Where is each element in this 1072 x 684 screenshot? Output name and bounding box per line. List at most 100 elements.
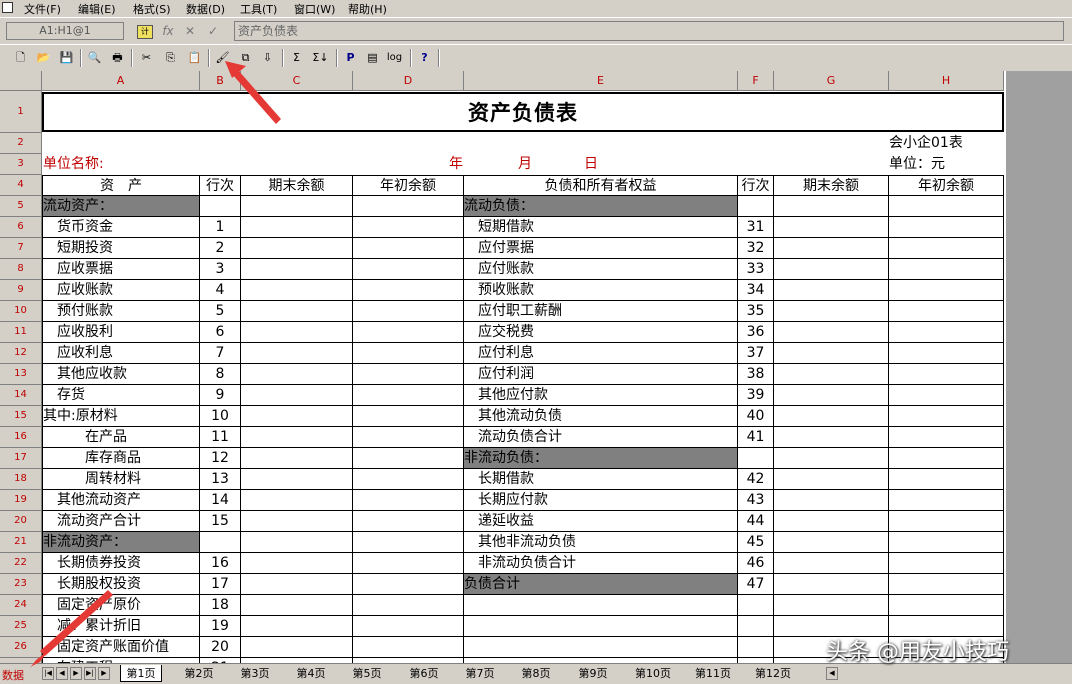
asset-line-no[interactable]: 4 bbox=[200, 280, 241, 301]
first-sheet-icon[interactable]: |◀ bbox=[42, 667, 54, 680]
asset-end-balance[interactable] bbox=[241, 616, 353, 637]
asset-begin-balance[interactable] bbox=[353, 238, 464, 259]
asset-begin-balance[interactable] bbox=[353, 427, 464, 448]
liability-begin-balance[interactable] bbox=[889, 217, 1004, 238]
cut-icon[interactable]: ✂ bbox=[138, 49, 155, 66]
cancel-icon[interactable]: ✕ bbox=[182, 23, 198, 39]
asset-end-balance[interactable] bbox=[241, 280, 353, 301]
column-header[interactable]: D bbox=[353, 71, 464, 91]
menu-edit[interactable]: 编辑(E) bbox=[78, 1, 116, 17]
liability-end-balance[interactable] bbox=[774, 280, 889, 301]
row-header[interactable]: 8 bbox=[0, 259, 42, 280]
row-header[interactable]: 12 bbox=[0, 343, 42, 364]
menu-data[interactable]: 数据(D) bbox=[186, 1, 225, 17]
asset-line-no[interactable]: 16 bbox=[200, 553, 241, 574]
row-header[interactable]: 18 bbox=[0, 469, 42, 490]
row-header[interactable]: 10 bbox=[0, 301, 42, 322]
sheet-tab[interactable]: 第6页 bbox=[398, 665, 450, 682]
asset-line-no[interactable]: 20 bbox=[200, 637, 241, 658]
liability-end-balance[interactable] bbox=[774, 511, 889, 532]
liability-line-no[interactable] bbox=[738, 448, 774, 469]
asset-item[interactable]: 流动资产： bbox=[42, 196, 200, 217]
liability-begin-balance[interactable] bbox=[889, 553, 1004, 574]
liability-item[interactable]: 应付利润 bbox=[464, 364, 738, 385]
asset-line-no[interactable]: 2 bbox=[200, 238, 241, 259]
asset-line-no[interactable]: 19 bbox=[200, 616, 241, 637]
liability-item[interactable]: 其他流动负债 bbox=[464, 406, 738, 427]
liability-item[interactable]: 应交税费 bbox=[464, 322, 738, 343]
asset-line-no[interactable]: 5 bbox=[200, 301, 241, 322]
liability-begin-balance[interactable] bbox=[889, 322, 1004, 343]
liability-end-balance[interactable] bbox=[774, 301, 889, 322]
asset-item[interactable]: 流动资产合计 bbox=[42, 511, 200, 532]
row-header[interactable]: 25 bbox=[0, 616, 42, 637]
row-header[interactable]: 1 bbox=[0, 91, 42, 133]
asset-begin-balance[interactable] bbox=[353, 322, 464, 343]
app-icon[interactable] bbox=[2, 2, 13, 13]
liability-begin-balance[interactable] bbox=[889, 427, 1004, 448]
spreadsheet-grid[interactable]: ABCDEFGH 1 2 3 4 5 6 7 8 9 10 11 12 13 14 15 16 17 18 19 20… bbox=[0, 71, 1006, 663]
liability-item[interactable]: 应付职工薪酬 bbox=[464, 301, 738, 322]
liability-item[interactable]: 其他应付款 bbox=[464, 385, 738, 406]
liability-begin-balance[interactable] bbox=[889, 280, 1004, 301]
liability-item[interactable]: 流动负债合计 bbox=[464, 427, 738, 448]
liability-line-no[interactable] bbox=[738, 196, 774, 217]
asset-end-balance[interactable] bbox=[241, 511, 353, 532]
open-icon[interactable]: 📂 bbox=[35, 49, 52, 66]
sheet-tab[interactable]: 第9页 bbox=[567, 665, 619, 682]
next-sheet-icon[interactable]: ▶ bbox=[70, 667, 82, 680]
liability-end-balance[interactable] bbox=[774, 217, 889, 238]
liability-end-balance[interactable] bbox=[774, 448, 889, 469]
column-header[interactable]: C bbox=[241, 71, 353, 91]
liability-item[interactable] bbox=[464, 595, 738, 616]
asset-begin-balance[interactable] bbox=[353, 532, 464, 553]
asset-item[interactable]: 在产品 bbox=[42, 427, 200, 448]
liability-line-no[interactable]: 32 bbox=[738, 238, 774, 259]
liability-item[interactable]: 预收账款 bbox=[464, 280, 738, 301]
asset-begin-balance[interactable] bbox=[353, 511, 464, 532]
row-header[interactable]: 19 bbox=[0, 490, 42, 511]
row-header[interactable]: 14 bbox=[0, 385, 42, 406]
liability-line-no[interactable]: 47 bbox=[738, 574, 774, 595]
liability-begin-balance[interactable] bbox=[889, 238, 1004, 259]
asset-line-no[interactable]: 6 bbox=[200, 322, 241, 343]
liability-begin-balance[interactable] bbox=[889, 406, 1004, 427]
new-icon[interactable]: 🗋 bbox=[12, 49, 29, 66]
log-icon[interactable]: log bbox=[386, 49, 403, 66]
asset-line-no[interactable]: 1 bbox=[200, 217, 241, 238]
column-title[interactable]: 行次 bbox=[200, 175, 241, 196]
liability-line-no[interactable]: 42 bbox=[738, 469, 774, 490]
asset-end-balance[interactable] bbox=[241, 553, 353, 574]
row-header[interactable]: 16 bbox=[0, 427, 42, 448]
row-header[interactable]: 6 bbox=[0, 217, 42, 238]
liability-line-no[interactable]: 39 bbox=[738, 385, 774, 406]
sheet-tab[interactable]: 第8页 bbox=[510, 665, 562, 682]
confirm-icon[interactable]: ✓ bbox=[205, 23, 221, 39]
unit-name-label[interactable]: 单位名称: bbox=[43, 154, 104, 174]
liability-end-balance[interactable] bbox=[774, 490, 889, 511]
row-header[interactable]: 9 bbox=[0, 280, 42, 301]
insert-icon[interactable]: ⧉ bbox=[237, 49, 254, 66]
sheet-tab[interactable]: 第5页 bbox=[341, 665, 393, 682]
liability-end-balance[interactable] bbox=[774, 406, 889, 427]
asset-end-balance[interactable] bbox=[241, 574, 353, 595]
liability-line-no[interactable]: 35 bbox=[738, 301, 774, 322]
asset-begin-balance[interactable] bbox=[353, 301, 464, 322]
row-header[interactable]: 3 bbox=[0, 154, 42, 175]
asset-begin-balance[interactable] bbox=[353, 385, 464, 406]
formula-input[interactable]: 资产负债表 bbox=[234, 21, 1064, 41]
asset-item[interactable]: 应收票据 bbox=[42, 259, 200, 280]
asset-begin-balance[interactable] bbox=[353, 574, 464, 595]
liability-item[interactable]: 递延收益 bbox=[464, 511, 738, 532]
asset-begin-balance[interactable] bbox=[353, 343, 464, 364]
row-header[interactable]: 13 bbox=[0, 364, 42, 385]
sheet-tab[interactable]: 第10页 bbox=[626, 665, 680, 682]
asset-begin-balance[interactable] bbox=[353, 280, 464, 301]
liability-end-balance[interactable] bbox=[774, 532, 889, 553]
asset-line-no[interactable]: 3 bbox=[200, 259, 241, 280]
asset-end-balance[interactable] bbox=[241, 469, 353, 490]
asset-item[interactable]: 减：累计折旧 bbox=[42, 616, 200, 637]
liability-end-balance[interactable] bbox=[774, 364, 889, 385]
liability-end-balance[interactable] bbox=[774, 343, 889, 364]
asset-line-no[interactable]: 11 bbox=[200, 427, 241, 448]
